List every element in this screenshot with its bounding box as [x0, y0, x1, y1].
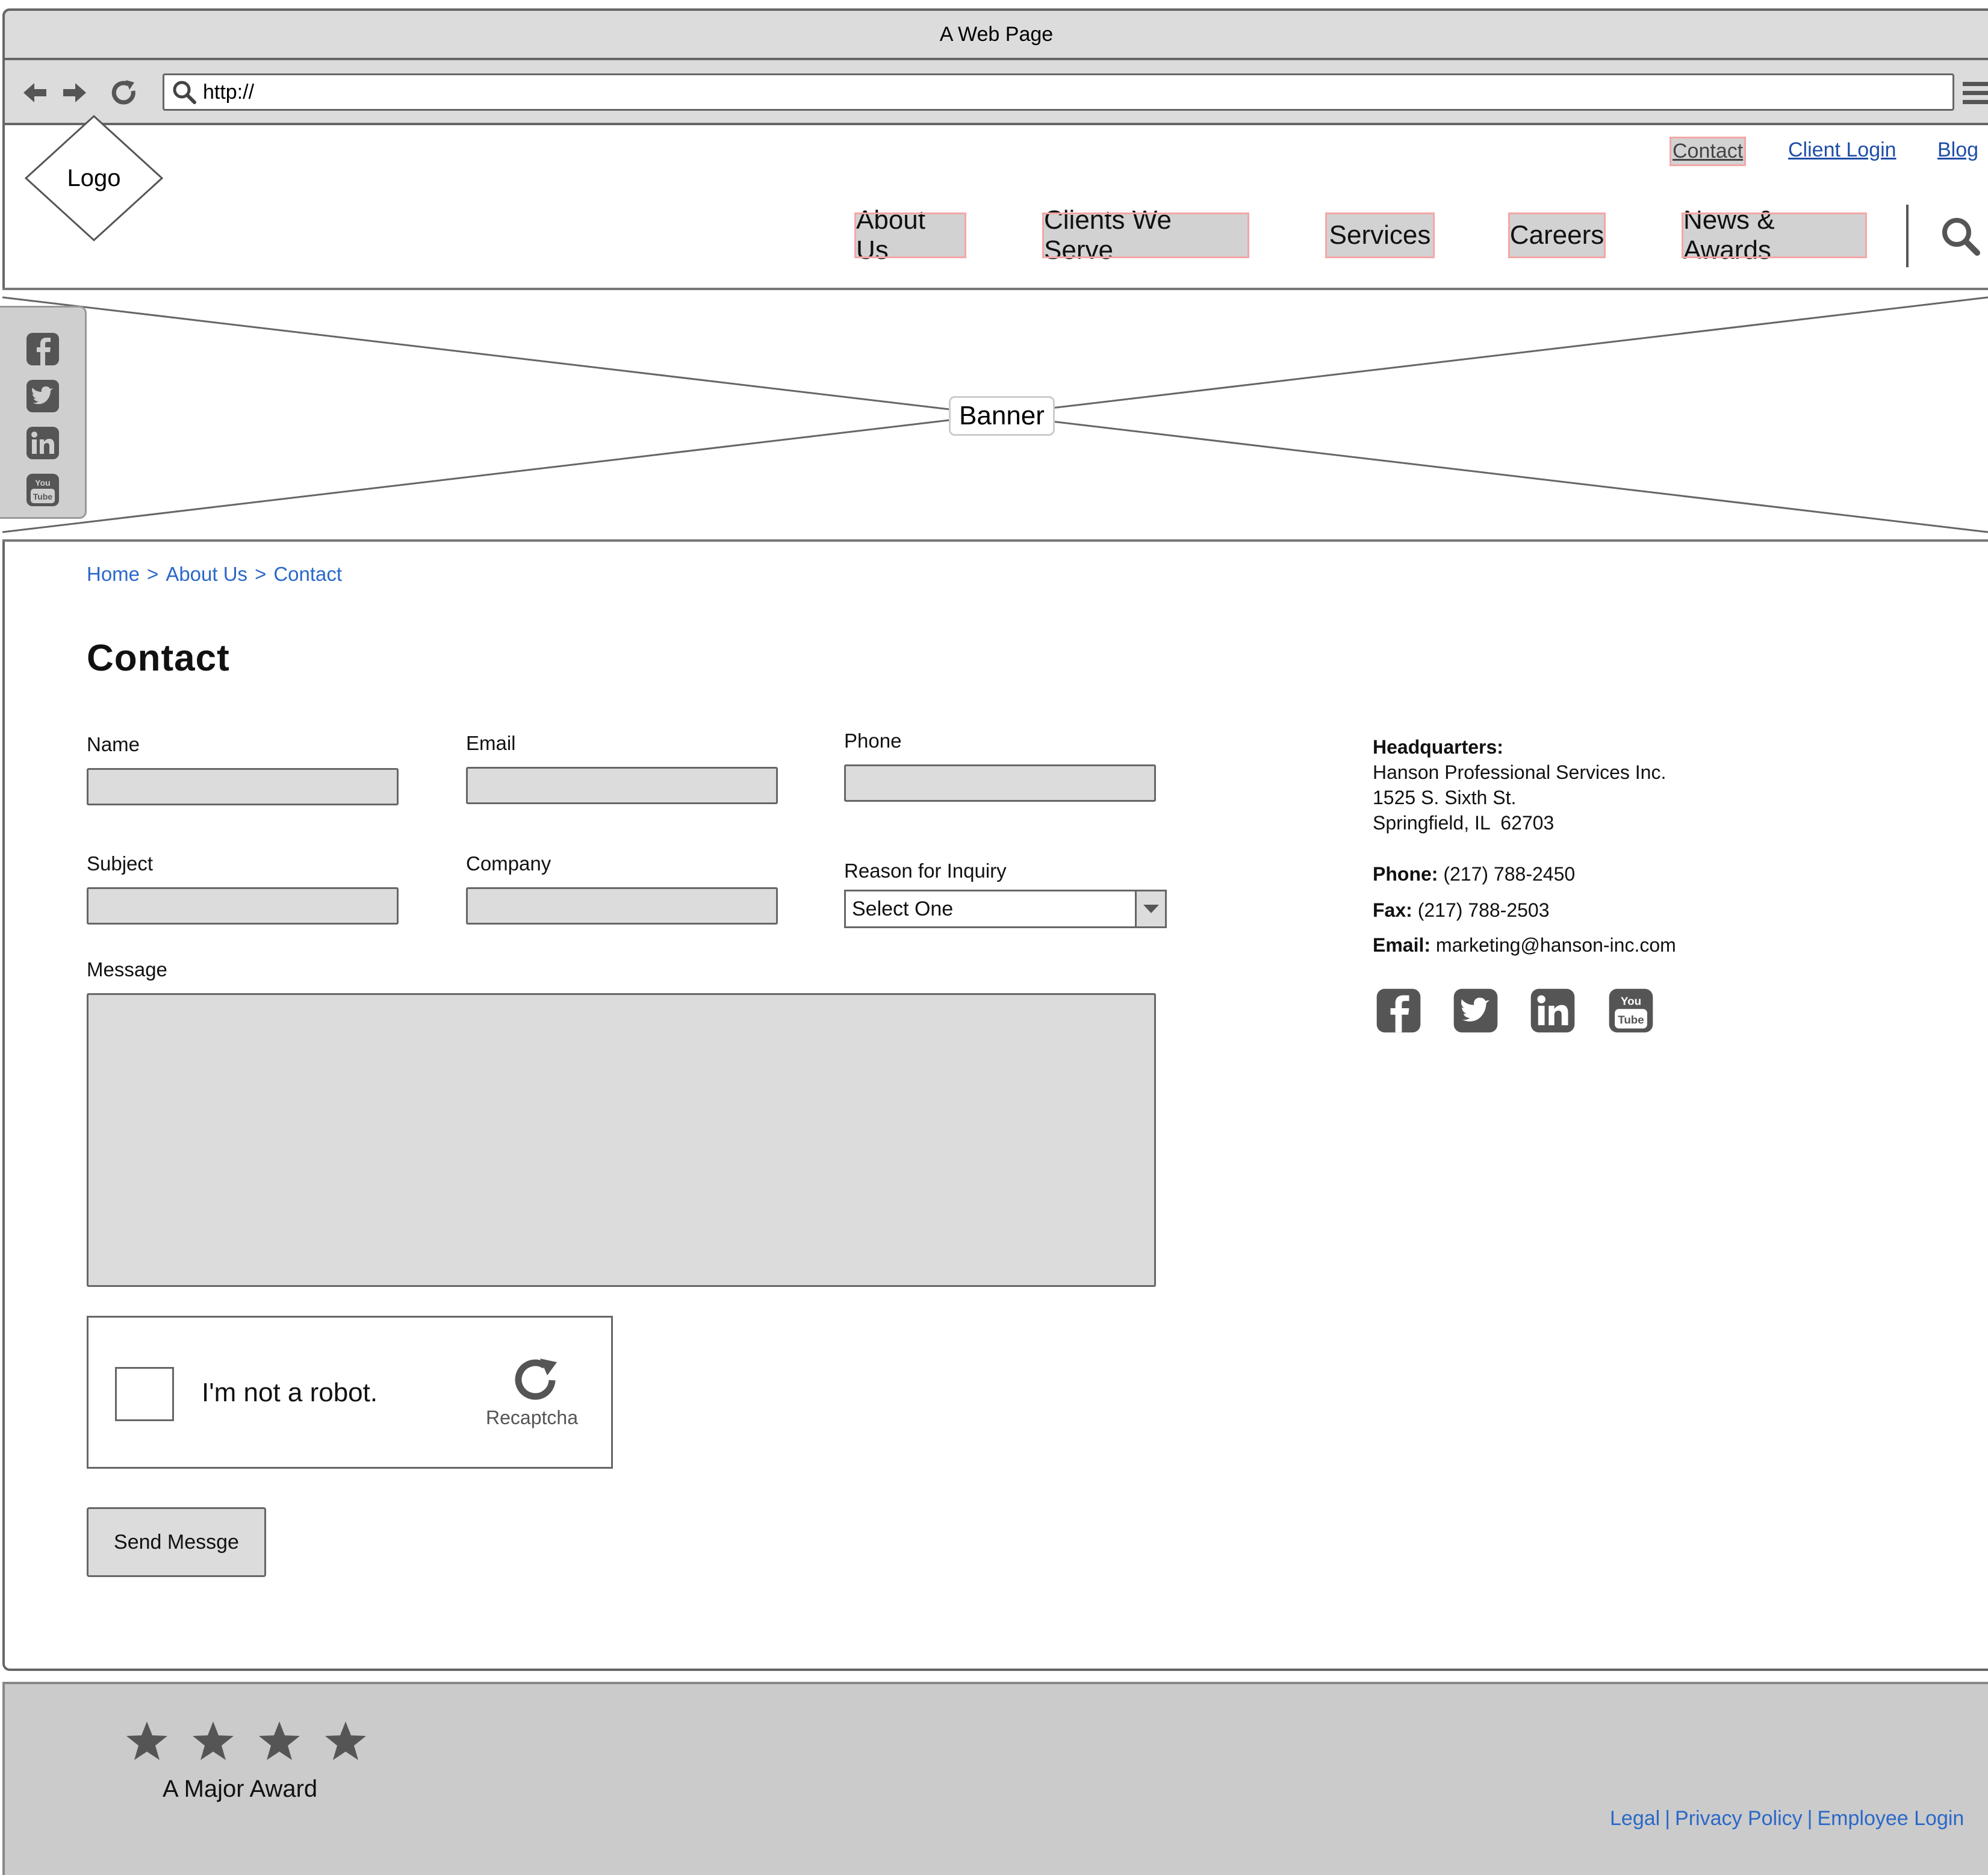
facebook-icon[interactable]: [25, 332, 60, 367]
award-label: A Major Award: [163, 1776, 318, 1802]
star-icon: [191, 1720, 235, 1761]
recaptcha-refresh-icon: [510, 1357, 564, 1405]
refresh-icon[interactable]: [108, 77, 140, 108]
headquarters-fax: Fax: (217) 788-2503: [1373, 899, 1550, 922]
email-label-bold: Email:: [1373, 934, 1431, 956]
nav-item-services[interactable]: Services: [1325, 212, 1435, 258]
utility-link-contact[interactable]: Contact: [1669, 137, 1747, 166]
headquarters-heading: Headquarters:: [1373, 736, 1503, 758]
headquarters-street: 1525 S. Sixth St.: [1373, 787, 1517, 808]
subject-field[interactable]: [87, 887, 399, 925]
svg-text:You: You: [1621, 995, 1641, 1008]
star-icon: [125, 1720, 169, 1761]
email-field[interactable]: [466, 767, 778, 804]
phone-field[interactable]: [844, 764, 1156, 802]
utility-link-client-login[interactable]: Client Login: [1788, 138, 1896, 162]
reason-select[interactable]: Select One: [844, 890, 1167, 928]
linkedin-icon[interactable]: [25, 426, 60, 460]
youtube-icon[interactable]: You Tube: [1607, 987, 1654, 1034]
company-field[interactable]: [466, 887, 778, 925]
nav-divider: [1906, 205, 1909, 267]
breadcrumb: Home > About Us > Contact: [87, 563, 342, 586]
svg-text:You: You: [35, 478, 50, 488]
message-textarea[interactable]: [87, 993, 1156, 1287]
recaptcha-text: I'm not a robot.: [202, 1378, 378, 1407]
footer-link-privacy-policy[interactable]: Privacy Policy: [1675, 1807, 1803, 1830]
name-field[interactable]: [87, 768, 399, 805]
star-icon: [258, 1720, 301, 1761]
browser-toolbar: [2, 60, 1988, 125]
footer-link-legal[interactable]: Legal: [1610, 1807, 1660, 1830]
breadcrumb-home[interactable]: Home: [87, 563, 140, 586]
breadcrumb-separator: >: [147, 563, 159, 585]
twitter-icon[interactable]: [1452, 987, 1499, 1034]
nav-item-news-awards[interactable]: News & Awards: [1682, 205, 1867, 265]
fax-label-bold: Fax:: [1373, 899, 1412, 921]
twitter-icon[interactable]: [25, 379, 60, 414]
footer-link-separator: |: [1807, 1807, 1813, 1830]
reason-select-value: Select One: [852, 897, 954, 920]
send-message-button[interactable]: Send Messge: [87, 1507, 266, 1577]
search-icon: [164, 79, 203, 105]
subject-label: Subject: [87, 852, 154, 875]
chevron-down-icon[interactable]: [1135, 891, 1165, 926]
nav-item-careers[interactable]: Careers: [1508, 212, 1606, 258]
banner-label: Banner: [949, 396, 1055, 436]
site-search-icon[interactable]: [1939, 214, 1982, 258]
url-input[interactable]: [203, 80, 1952, 104]
svg-text:Tube: Tube: [33, 492, 53, 501]
headquarters-email: Email: marketing@hanson-inc.com: [1373, 934, 1676, 956]
window-title: A Web Page: [2, 8, 1988, 60]
headquarters-phone: Phone: (217) 788-2450: [1373, 863, 1575, 885]
footer-links: Legal | Privacy Policy | Employee Login: [1610, 1807, 1964, 1830]
breadcrumb-contact[interactable]: Contact: [273, 563, 342, 586]
phone-label-bold: Phone:: [1373, 863, 1438, 885]
logo[interactable]: Logo: [24, 114, 164, 242]
headquarters-city: Springfield, IL 62703: [1373, 812, 1555, 834]
page-title: Contact: [87, 637, 230, 679]
headquarters-company: Hanson Professional Services Inc.: [1373, 761, 1667, 783]
name-label: Name: [87, 733, 140, 755]
headquarters-address: Headquarters: Hanson Professional Servic…: [1373, 734, 1666, 835]
footer-link-employee-login[interactable]: Employee Login: [1818, 1807, 1965, 1830]
facebook-icon[interactable]: [1375, 987, 1422, 1034]
email-label: Email: [466, 732, 516, 754]
hamburger-menu-icon[interactable]: [1962, 78, 1988, 108]
company-label: Company: [466, 852, 551, 875]
social-rail: You Tube: [0, 306, 87, 519]
nav-item-about-us[interactable]: About Us: [854, 205, 966, 265]
award-stars: [125, 1720, 367, 1761]
email-value[interactable]: marketing@hanson-inc.com: [1436, 934, 1676, 956]
recaptcha-widget: I'm not a robot. Recaptcha: [87, 1316, 613, 1469]
footer-link-separator: |: [1665, 1807, 1671, 1830]
linkedin-icon[interactable]: [1529, 987, 1576, 1034]
svg-text:Tube: Tube: [1618, 1014, 1644, 1026]
forward-arrow-icon[interactable]: [59, 77, 90, 108]
nav-item-clients-we-serve[interactable]: Clients We Serve: [1042, 205, 1249, 265]
recaptcha-checkbox[interactable]: [115, 1367, 174, 1421]
phone-value: (217) 788-2450: [1443, 863, 1576, 885]
breadcrumb-separator: >: [255, 563, 267, 585]
fax-value: (217) 788-2503: [1417, 899, 1550, 921]
message-label: Message: [87, 958, 167, 981]
breadcrumb-about-us[interactable]: About Us: [166, 563, 247, 586]
logo-text: Logo: [67, 164, 121, 191]
utility-link-blog[interactable]: Blog: [1937, 138, 1978, 162]
address-bar[interactable]: [163, 73, 1954, 111]
reason-label: Reason for Inquiry: [844, 860, 1007, 882]
phone-label: Phone: [844, 730, 902, 752]
recaptcha-brand: Recaptcha: [486, 1407, 578, 1428]
back-arrow-icon[interactable]: [19, 77, 51, 108]
star-icon: [324, 1720, 367, 1761]
youtube-icon[interactable]: You Tube: [25, 473, 60, 507]
